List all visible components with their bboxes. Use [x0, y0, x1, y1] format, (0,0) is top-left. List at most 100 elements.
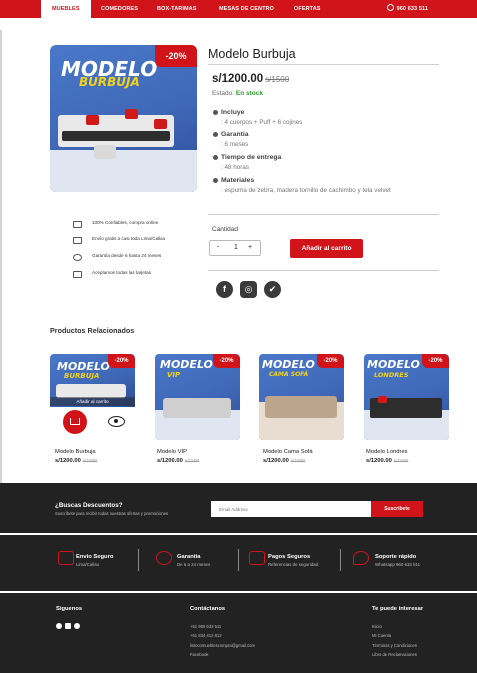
chat-icon — [353, 551, 369, 565]
contact-phone-2[interactable]: +51 834 412 812 — [190, 633, 222, 638]
discount-badge: -20% — [213, 354, 240, 368]
stock-value: En stock — [235, 90, 263, 97]
shield-icon — [73, 254, 82, 261]
facebook-icon[interactable]: f — [216, 281, 233, 298]
puff-shape — [94, 145, 116, 159]
old-price: s/1500 — [184, 459, 200, 464]
quantity-minus-button[interactable]: - — [211, 244, 225, 251]
related-product-price: s/1200.00 s/1500 — [366, 458, 408, 464]
pillow-shape — [86, 115, 99, 125]
nav-item-ofertas[interactable]: OFERTAS — [294, 0, 321, 18]
floor-shape — [50, 150, 197, 192]
add-to-cart-icon-button[interactable] — [63, 410, 87, 434]
quick-view-eye-icon[interactable] — [108, 416, 125, 427]
footer-link-inicio[interactable]: Inicio — [372, 624, 382, 629]
old-price: s/1500 — [82, 459, 98, 464]
discount-badge: -20% — [108, 354, 135, 368]
contact-title: Contáctanos — [190, 606, 226, 612]
nav-phone-number: 960 633 511 — [396, 6, 428, 12]
discount-badge: -20% — [155, 45, 197, 67]
links-title: Te puede interesar — [372, 606, 424, 612]
footer-link-terminos[interactable]: Términos y Condiciones — [372, 643, 417, 648]
nav-item-comedores[interactable]: COMEDORES — [101, 0, 138, 18]
related-image-title: MODELO — [160, 358, 213, 371]
related-product-name[interactable]: Modelo VIP — [157, 449, 187, 455]
related-products-title: Productos Relacionados — [50, 326, 135, 335]
quantity-value[interactable]: 1 — [229, 244, 243, 251]
related-product-name[interactable]: Modelo Burbuja — [55, 449, 96, 455]
perk-text: Envío gratis a casi toda Lima/Callao — [92, 236, 166, 241]
sofa-shape — [56, 384, 126, 398]
newsletter-subtitle: Suscríbete para recibir todas nuestras o… — [55, 511, 169, 516]
price: s/1200.00 — [263, 458, 289, 464]
spec-label: Materiales — [221, 177, 255, 184]
related-product-name[interactable]: Modelo Cama Sofá — [263, 449, 313, 455]
page-divider — [0, 30, 2, 485]
divider — [208, 64, 439, 65]
nav-item-muebles[interactable]: MUEBLES — [41, 0, 91, 18]
nav-item-mesas-de-centro[interactable]: MESAS DE CENTRO — [219, 0, 274, 18]
contact-email[interactable]: listocomueblescompra@gmail.com — [190, 643, 255, 648]
related-product-price: s/1200.00 s/1500 — [263, 458, 305, 464]
spec-label: Tiempo de entrega — [221, 154, 282, 161]
cart-icon — [70, 418, 80, 425]
nav-phone[interactable]: 960 633 511 — [386, 0, 428, 18]
related-product-name[interactable]: Modelo Londres — [366, 449, 408, 455]
benefits-section: Envio Seguro Lima/Callao Garantia De 6 a… — [0, 535, 477, 591]
twitter-icon[interactable] — [74, 623, 80, 629]
spec-value: : 6 meses — [221, 141, 249, 148]
bullet-icon — [213, 110, 218, 115]
spec-label: Incluye — [221, 109, 245, 116]
quantity-plus-button[interactable]: + — [243, 244, 257, 251]
email-field[interactable] — [211, 501, 371, 517]
pillow-shape — [378, 396, 387, 403]
bullet-icon — [213, 178, 218, 183]
perk-text: 100% Confiables, compra online — [92, 220, 159, 225]
sofa-base-shape — [62, 131, 170, 141]
benefit-title: Pagos Seguros — [268, 554, 311, 560]
quantity-label: Cantidad — [212, 226, 239, 233]
add-to-cart-button[interactable]: Añadir al carrito — [290, 239, 363, 258]
perk-text: Garantía desde 6 hasta 24 meses — [92, 253, 162, 258]
related-image-title: MODELO — [367, 358, 420, 371]
spec-garantia: Garantia : 6 meses — [213, 131, 443, 151]
old-price: s/1500 — [290, 459, 306, 464]
sofa-shape — [265, 396, 337, 418]
nav-item-box-tarimas[interactable]: BOX-TARIMAS — [157, 0, 197, 18]
spec-value: : 48 horas — [221, 164, 250, 171]
twitter-icon[interactable]: ✔ — [264, 281, 281, 298]
spec-materiales: Materiales : espuma de zebra, madera tor… — [213, 177, 443, 207]
contact-facebook[interactable]: Facebook — [190, 652, 208, 657]
related-image-subtitle: LONDRES — [374, 371, 409, 379]
related-product-price: s/1200.00 s/1500 — [157, 458, 199, 464]
footer-link-mi-cuenta[interactable]: Mi Cuenta — [372, 633, 391, 638]
newsletter-section: ¿Buscas Descuentos? Suscríbete para reci… — [0, 483, 477, 533]
discount-badge: -20% — [422, 354, 449, 368]
related-product-price: s/1200.00 s/1500 — [55, 458, 97, 464]
price: s/1200.00 — [157, 458, 183, 464]
spec-value: : 4 cuerpos + Puff + 6 cojines — [221, 119, 303, 126]
facebook-icon[interactable] — [56, 623, 62, 629]
truck-icon — [73, 237, 82, 244]
bullet-icon — [213, 132, 218, 137]
whatsapp-icon — [386, 4, 394, 11]
contact-phone-1[interactable]: +51 960 633 511 — [190, 624, 221, 629]
footer-link-reclamaciones[interactable]: Libro de Reclamaciones — [372, 652, 417, 657]
refresh-icon — [156, 551, 172, 565]
follow-title: Siguenos — [56, 606, 83, 612]
old-price: s/1500 — [265, 75, 290, 84]
divider — [208, 270, 439, 271]
divider — [238, 549, 239, 571]
benefit-title: Envio Seguro — [76, 554, 114, 560]
instagram-icon[interactable] — [65, 623, 71, 629]
benefit-sub: De 6 a 24 meses — [177, 562, 211, 567]
related-image-title: MODELO — [262, 358, 315, 371]
subscribe-button[interactable]: Suscribete — [371, 501, 423, 517]
product-image[interactable]: MODELO BURBUJA -20% — [50, 45, 197, 192]
instagram-icon[interactable]: ◎ — [240, 281, 257, 298]
truck-icon — [58, 551, 74, 565]
benefit-sub: Whatsapp 960 633 511 — [375, 562, 421, 567]
newsletter-title: ¿Buscas Descuentos? — [55, 502, 123, 509]
top-nav: MUEBLES COMEDORES BOX-TARIMAS MESAS DE C… — [0, 0, 477, 18]
pillow-shape — [154, 119, 167, 129]
